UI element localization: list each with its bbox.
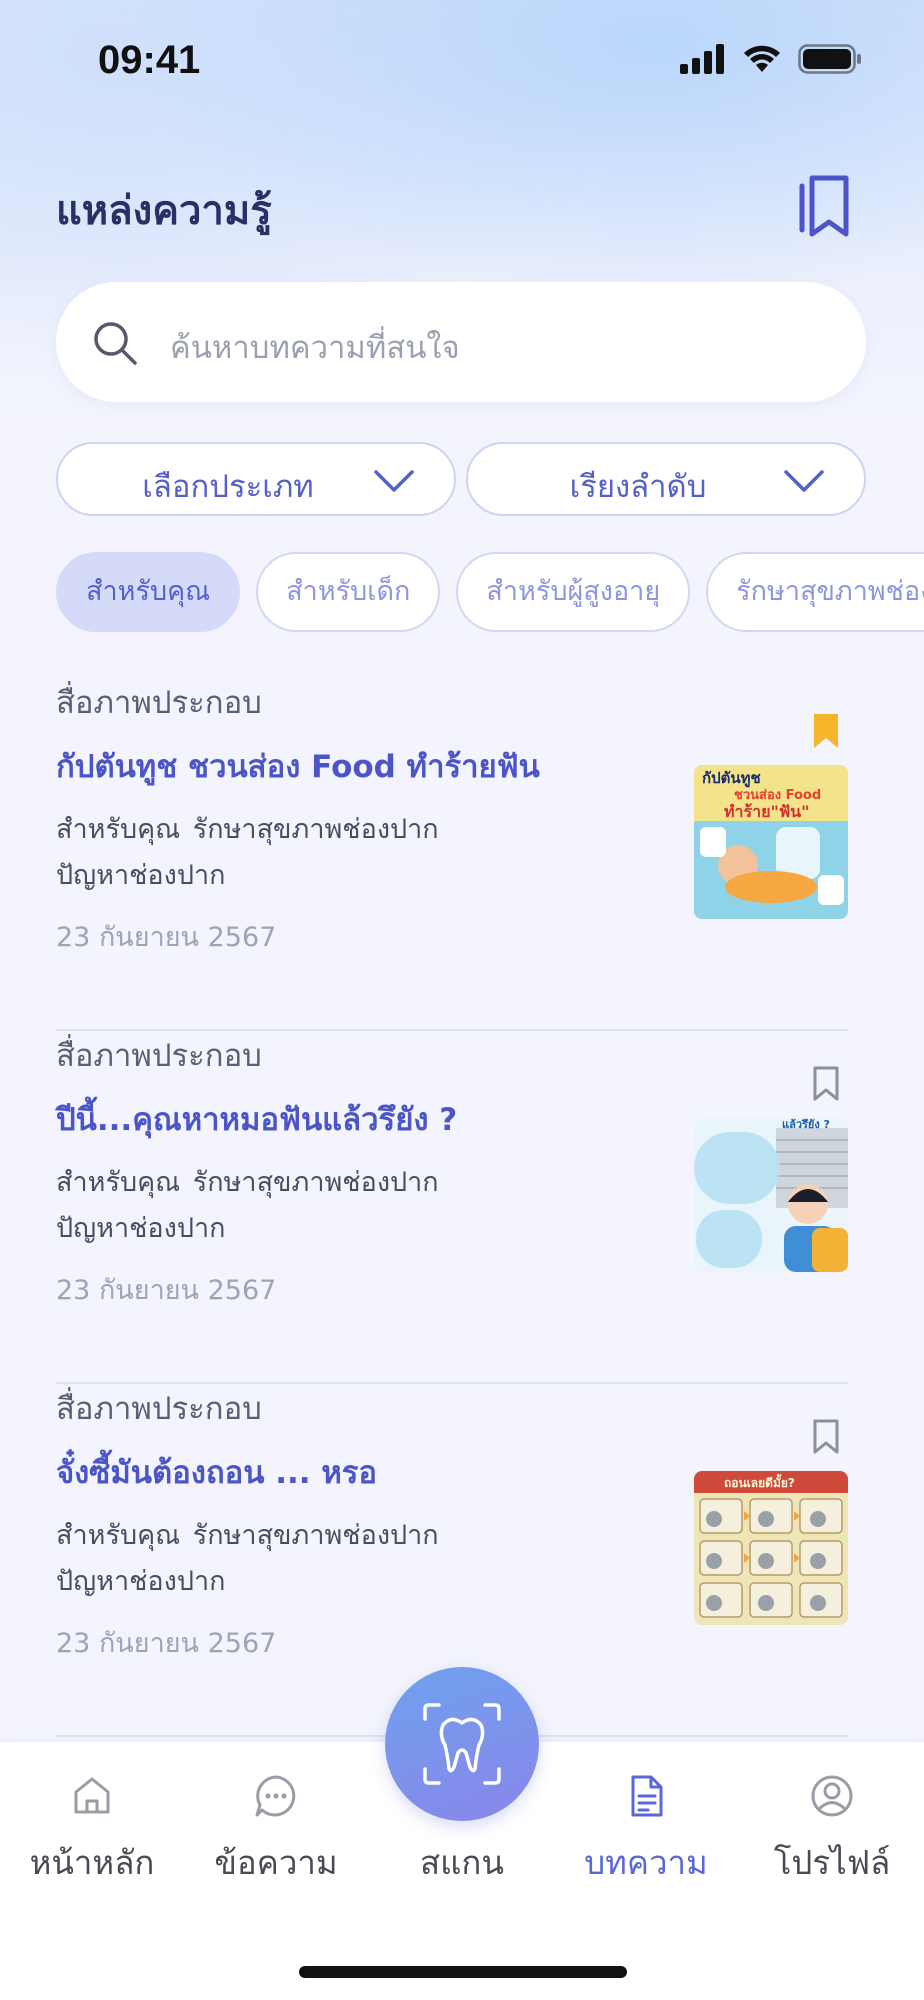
home-indicator xyxy=(299,1966,627,1978)
nav-label: ข้อความ xyxy=(214,1843,338,1882)
article-type: สื่อภาพประกอบ xyxy=(56,1391,262,1427)
thumb-text: ชวนส่อง Food xyxy=(734,788,821,803)
article-tags: สำหรับคุณ รักษาสุขภาพช่องปาก xyxy=(56,1520,439,1551)
article-title[interactable]: จั๋งซี้มันต้องถอน ... หรอ xyxy=(56,1447,377,1497)
thumb-text: ทำร้าย"ฟัน" xyxy=(724,802,809,821)
article-date: 23 กันยายน 2567 xyxy=(56,1628,277,1659)
article-type: สื่อภาพประกอบ xyxy=(56,685,262,721)
article-tags: สำหรับคุณ รักษาสุขภาพช่องปาก xyxy=(56,814,439,845)
nav-label: โปรไฟล์ xyxy=(773,1843,891,1882)
sort-dropdown-label: เรียงลำดับ xyxy=(569,469,707,505)
category-chips: สำหรับคุณ สำหรับเด็ก สำหรับผู้สูงอายุ รักษา… xyxy=(56,552,924,634)
article-card[interactable]: สื่อภาพประกอบ ปีนี้...คุณหาหมอฟันแล้วรึย… xyxy=(56,1030,848,1384)
nav-label: หน้าหลัก xyxy=(29,1843,155,1882)
article-tags: ปัญหาช่องปาก xyxy=(56,1566,226,1597)
article-tags: ปัญหาช่องปาก xyxy=(56,860,226,891)
chip-for-you[interactable]: สำหรับคุณ xyxy=(56,552,241,632)
bookmark-double-icon[interactable] xyxy=(796,172,854,238)
thumb-text: แล้วรึยัง ? xyxy=(782,1118,830,1131)
chip-oral-care[interactable]: รักษาสุขภาพช่องปาก xyxy=(706,552,924,632)
signal-icon xyxy=(680,44,724,74)
category-dropdown-label: เลือกประเภท xyxy=(142,469,314,505)
search-icon xyxy=(94,322,137,365)
status-time: 09:41 xyxy=(98,38,201,82)
profile-icon xyxy=(811,1775,853,1817)
article-thumbnail: แล้วรึยัง ? xyxy=(694,1118,848,1272)
tooth-scan-icon xyxy=(423,1703,501,1785)
article-thumbnail: กัปตันทูช ชวนส่อง Food ทำร้าย"ฟัน" xyxy=(694,765,848,919)
thumb-text: ถอนเลยดีมั้ย? xyxy=(724,1473,795,1490)
article-tags: สำหรับคุณ รักษาสุขภาพช่องปาก xyxy=(56,1167,439,1198)
bookmark-outline-icon[interactable] xyxy=(812,1065,840,1103)
page-title: แหล่งความรู้ xyxy=(56,188,272,234)
home-icon xyxy=(74,1777,110,1814)
nav-profile[interactable]: โปรไฟล์ xyxy=(740,1742,924,1882)
sort-dropdown[interactable]: เรียงลำดับ xyxy=(466,442,866,516)
article-title[interactable]: ปีนี้...คุณหาหมอฟันแล้วรึยัง ? xyxy=(56,1094,457,1144)
article-tags: ปัญหาช่องปาก xyxy=(56,1213,226,1244)
thumb-text: กัปตันทูช xyxy=(702,769,761,788)
bookmark-outline-icon[interactable] xyxy=(812,1418,840,1456)
article-date: 23 กันยายน 2567 xyxy=(56,1275,277,1306)
article-type: สื่อภาพประกอบ xyxy=(56,1038,262,1074)
article-thumbnail: ถอนเลยดีมั้ย? xyxy=(694,1471,848,1625)
status-bar: 09:41 xyxy=(0,0,924,120)
wifi-icon xyxy=(744,45,780,72)
bookmark-filled-icon[interactable] xyxy=(812,712,840,750)
scan-button[interactable] xyxy=(385,1667,539,1821)
nav-label: บทความ xyxy=(584,1843,708,1882)
article-card[interactable]: สื่อภาพประกอบ กัปตันทูช ชวนส่อง Food ทำร… xyxy=(56,677,848,1031)
article-date: 23 กันยายน 2567 xyxy=(56,922,277,953)
category-dropdown[interactable]: เลือกประเภท xyxy=(56,442,456,516)
chip-for-kids[interactable]: สำหรับเด็ก xyxy=(256,552,441,632)
nav-messages[interactable]: ข้อความ xyxy=(184,1742,368,1882)
nav-label: สแกน xyxy=(420,1843,504,1882)
search-placeholder: ค้นหาบทความที่สนใจ xyxy=(170,330,460,366)
battery-icon xyxy=(798,44,861,74)
status-icons xyxy=(680,44,862,74)
nav-home[interactable]: หน้าหลัก xyxy=(0,1742,184,1882)
chat-icon xyxy=(255,1775,296,1817)
document-icon xyxy=(631,1775,663,1817)
search-input[interactable]: ค้นหาบทความที่สนใจ xyxy=(56,282,866,402)
chevron-down-icon xyxy=(784,470,824,492)
article-title[interactable]: กัปตันทูช ชวนส่อง Food ทำร้ายฟัน xyxy=(56,741,540,791)
chevron-down-icon xyxy=(374,470,414,492)
nav-articles[interactable]: บทความ xyxy=(554,1742,738,1882)
chip-for-elderly[interactable]: สำหรับผู้สูงอายุ xyxy=(456,552,691,632)
